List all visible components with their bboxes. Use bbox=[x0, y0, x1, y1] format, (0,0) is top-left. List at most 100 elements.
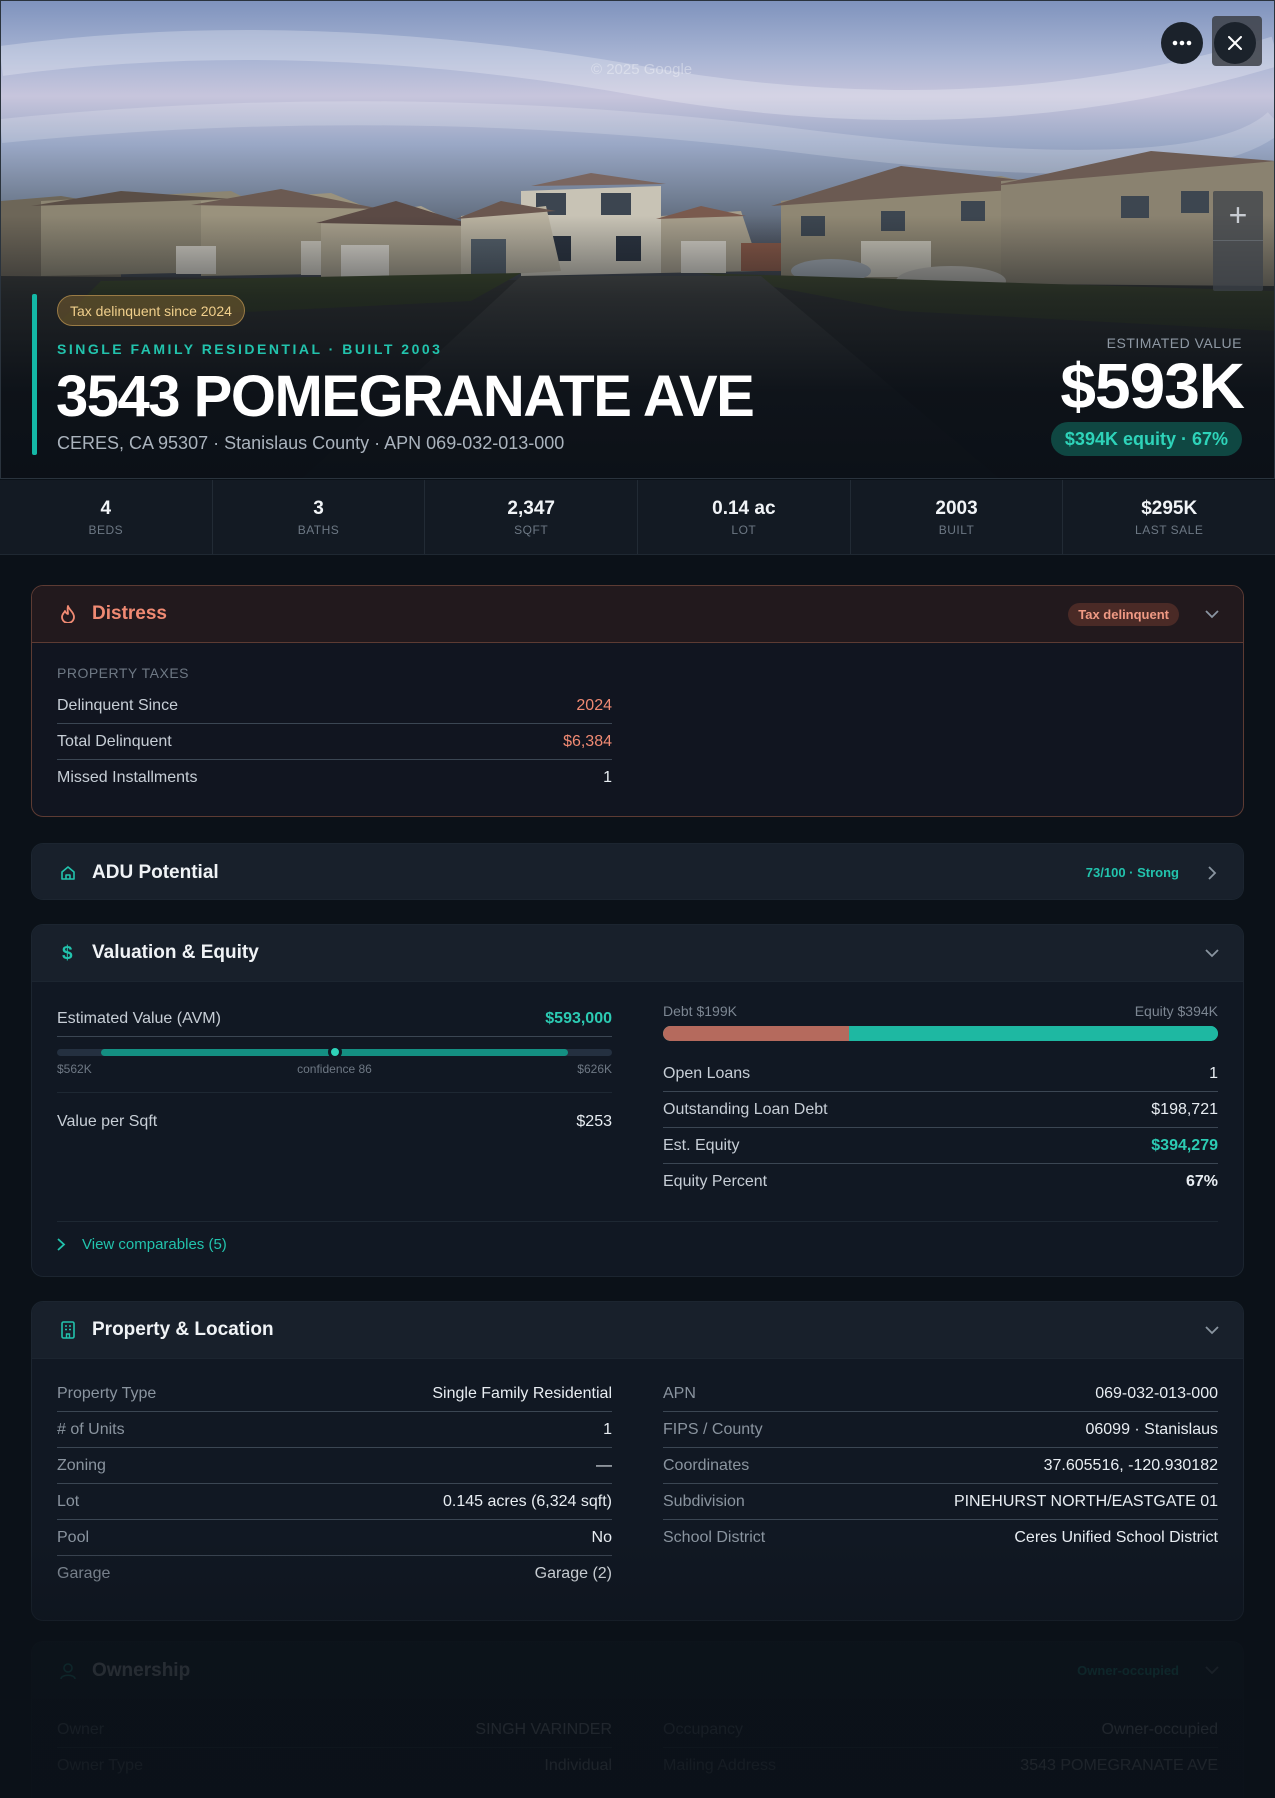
valuation-header[interactable]: $ Valuation & Equity bbox=[32, 925, 1243, 982]
row-value: 2024 bbox=[576, 696, 612, 714]
distress-card: Distress Tax delinquent PROPERTY TAXES D… bbox=[31, 585, 1244, 817]
avm-range-marker bbox=[327, 1045, 342, 1059]
adu-title: ADU Potential bbox=[92, 861, 219, 883]
dollar-icon: $ bbox=[58, 943, 78, 963]
stat-value: 2003 bbox=[935, 497, 978, 519]
row-value: 67% bbox=[1185, 1173, 1218, 1190]
home-icon bbox=[58, 863, 78, 883]
detail-row: Garage Garage (2) bbox=[57, 1556, 612, 1592]
row-value: Owner-occupied bbox=[1101, 1720, 1219, 1738]
stat-value: 0.14 ac bbox=[712, 497, 776, 519]
row-label: Value per Sqft bbox=[57, 1113, 158, 1130]
property-header[interactable]: Property & Location bbox=[32, 1302, 1243, 1359]
row-label: Owner Type bbox=[57, 1757, 143, 1774]
row-label: Lot bbox=[57, 1492, 80, 1510]
flame-icon bbox=[58, 604, 78, 624]
adu-potential-card[interactable]: ADU Potential 73/100 · Strong bbox=[31, 843, 1244, 900]
occupancy-badge: Owner-occupied bbox=[1077, 1663, 1179, 1678]
row-value: — bbox=[596, 1456, 612, 1474]
stat-last-sale: $295K LAST SALE bbox=[1063, 480, 1275, 554]
row-value: 06099 · Stanislaus bbox=[1085, 1420, 1218, 1438]
view-comparables-label: View comparables (5) bbox=[82, 1236, 227, 1253]
divider bbox=[57, 1221, 1218, 1222]
stat-label: BATHS bbox=[297, 522, 340, 537]
view-comparables-link[interactable]: View comparables (5) bbox=[57, 1236, 227, 1253]
chevron-right-icon[interactable] bbox=[1205, 865, 1219, 880]
detail-row: Zoning — bbox=[57, 1448, 612, 1484]
stat-label: LAST SALE bbox=[1135, 522, 1204, 537]
row-value: $198,721 bbox=[1151, 1100, 1218, 1118]
stats-bar: 4 BEDS 3 BATHS 2,347 SQFT 0.14 ac LOT 20… bbox=[0, 480, 1275, 555]
row-value: 1 bbox=[603, 1420, 612, 1438]
user-icon bbox=[58, 1661, 78, 1681]
row-label: Property Type bbox=[57, 1384, 157, 1402]
detail-row: Occupancy Owner-occupied bbox=[663, 1712, 1218, 1748]
adu-header[interactable]: ADU Potential 73/100 · Strong bbox=[32, 844, 1243, 899]
range-confidence: confidence 86 bbox=[297, 1062, 372, 1076]
avm-row: Estimated Value (AVM) $593,000 bbox=[57, 1001, 612, 1037]
zoom-in-button[interactable]: + bbox=[1213, 191, 1263, 241]
distress-badge: Tax delinquent bbox=[1068, 602, 1179, 626]
detail-row: FIPS / County 06099 · Stanislaus bbox=[663, 1412, 1218, 1448]
row-label: # of Units bbox=[57, 1420, 125, 1438]
chevron-down-icon[interactable] bbox=[1205, 1664, 1219, 1678]
row-label: Delinquent Since bbox=[57, 696, 178, 714]
row-value: Garage (2) bbox=[534, 1565, 612, 1582]
row-value: PINEHURST NORTH/EASTGATE 01 bbox=[953, 1492, 1218, 1510]
debt-equity-bar bbox=[663, 1026, 1218, 1041]
detail-row: # of Units 1 bbox=[57, 1412, 612, 1448]
row-value: 1 bbox=[1209, 1064, 1218, 1082]
close-button[interactable] bbox=[1214, 22, 1256, 64]
divider bbox=[57, 1092, 612, 1093]
ownership-title: Ownership bbox=[92, 1659, 191, 1681]
stat-value: 2,347 bbox=[507, 497, 555, 519]
row-value: Single Family Residential bbox=[432, 1384, 612, 1402]
distress-header[interactable]: Distress Tax delinquent bbox=[32, 586, 1243, 643]
detail-row: Owner SINGH VARINDER bbox=[57, 1712, 612, 1748]
row-label: Occupancy bbox=[663, 1720, 744, 1738]
svg-text:$: $ bbox=[62, 943, 73, 963]
detail-row: Pool No bbox=[57, 1520, 612, 1556]
range-high: $626K bbox=[577, 1062, 612, 1076]
ownership-header[interactable]: Ownership Owner-occupied bbox=[32, 1642, 1243, 1699]
property-title: Property & Location bbox=[92, 1319, 274, 1340]
equity-label: Equity $394K bbox=[1134, 1003, 1218, 1019]
chevron-down-icon[interactable] bbox=[1205, 1323, 1219, 1337]
detail-row: Coordinates 37.605516, -120.930182 bbox=[663, 1448, 1218, 1484]
debt-label: Debt $199K bbox=[663, 1003, 737, 1019]
equity-row: Open Loans 1 bbox=[663, 1056, 1218, 1092]
row-value: No bbox=[591, 1528, 612, 1546]
row-label: Missed Installments bbox=[57, 769, 198, 786]
chevron-down-icon[interactable] bbox=[1205, 607, 1219, 621]
row-label: Equity Percent bbox=[663, 1173, 768, 1190]
adu-score: 73/100 · Strong bbox=[1085, 865, 1179, 880]
ownership-card: Ownership Owner-occupied Owner SINGH VARI… bbox=[31, 1641, 1244, 1798]
hero-accent-bar bbox=[32, 294, 37, 455]
stat-baths: 3 BATHS bbox=[213, 480, 426, 554]
row-value: $253 bbox=[576, 1113, 612, 1130]
detail-row: Subdivision PINEHURST NORTH/EASTGATE 01 bbox=[663, 1484, 1218, 1520]
row-label: Subdivision bbox=[663, 1492, 745, 1510]
row-value: 069-032-013-000 bbox=[1095, 1384, 1218, 1402]
image-watermark: © 2025 Google bbox=[591, 61, 693, 78]
stat-value: 3 bbox=[313, 497, 324, 519]
estimated-value: $593K bbox=[1060, 350, 1245, 422]
row-label: Mailing Address bbox=[663, 1757, 776, 1774]
row-label: Zoning bbox=[57, 1456, 106, 1474]
close-icon bbox=[1228, 36, 1242, 50]
more-options-button[interactable] bbox=[1161, 22, 1203, 64]
stat-value: $295K bbox=[1141, 497, 1198, 519]
row-label: Garage bbox=[57, 1565, 111, 1582]
chevron-down-icon[interactable] bbox=[1205, 946, 1219, 960]
row-value: SINGH VARINDER bbox=[475, 1720, 612, 1738]
equity-segment bbox=[848, 1026, 1218, 1041]
row-label: Est. Equity bbox=[663, 1136, 740, 1154]
distress-title: Distress bbox=[92, 603, 167, 624]
equity-pill: $394K equity · 67% bbox=[1050, 422, 1242, 456]
zoom-out-button[interactable] bbox=[1213, 241, 1263, 290]
chevron-right-icon bbox=[57, 1238, 66, 1251]
building-icon bbox=[58, 1320, 78, 1340]
row-label: Coordinates bbox=[663, 1456, 750, 1474]
value-per-sqft-row: Value per Sqft $253 bbox=[57, 1104, 612, 1140]
stat-sqft: 2,347 SQFT bbox=[425, 480, 639, 554]
